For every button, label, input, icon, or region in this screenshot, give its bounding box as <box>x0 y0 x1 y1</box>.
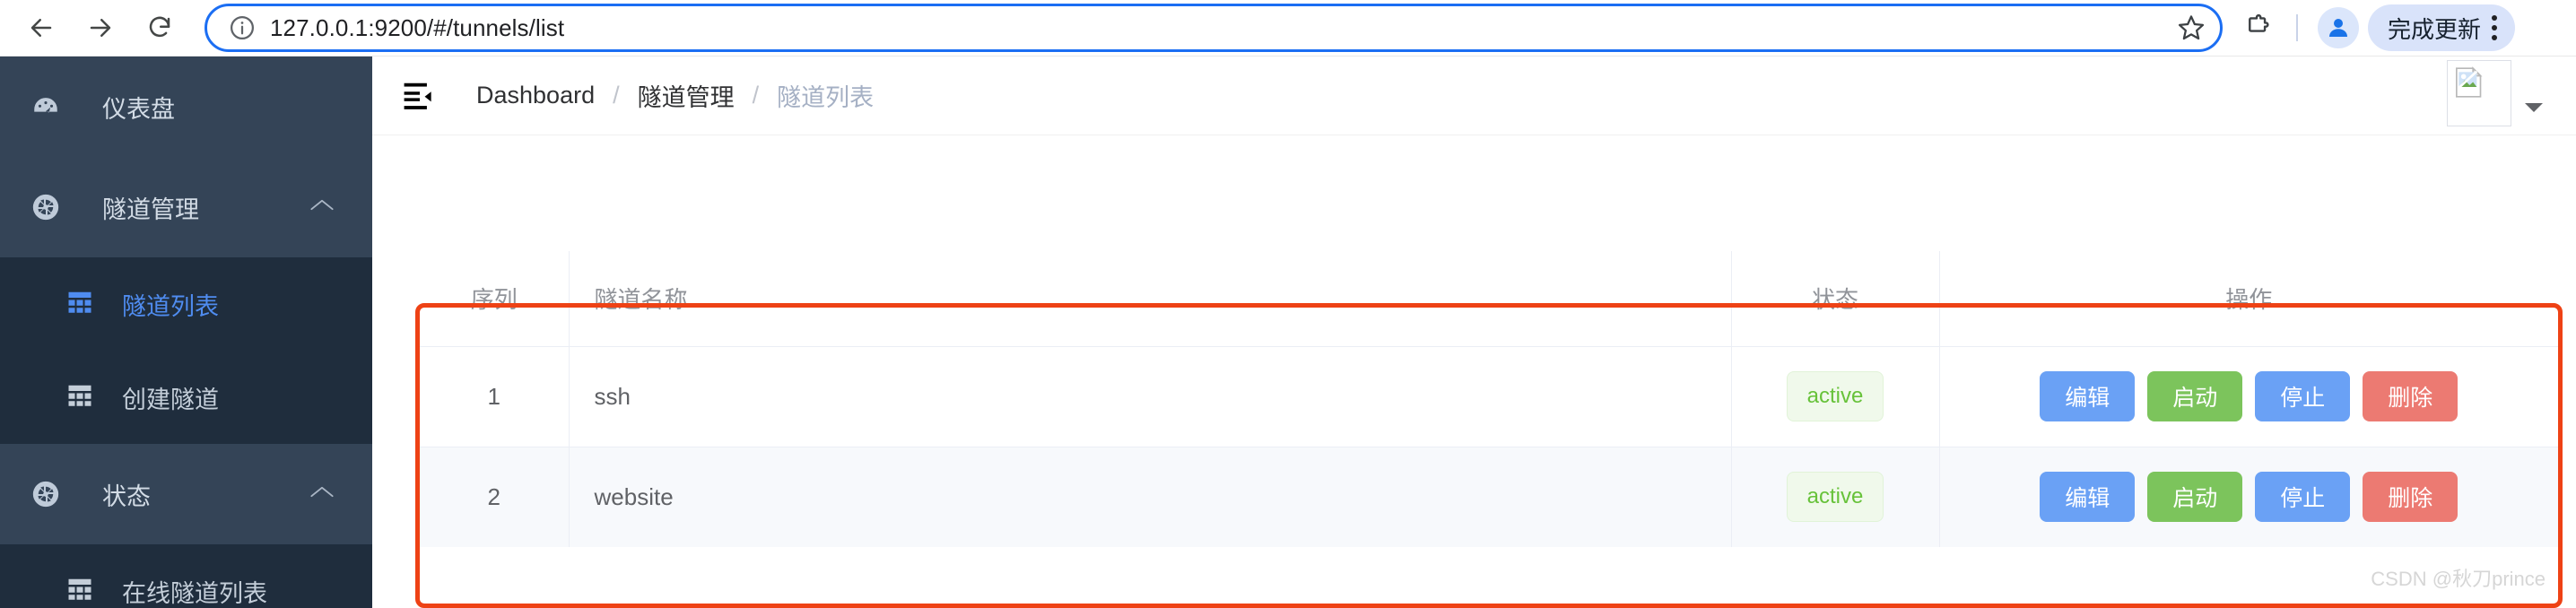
watermark: CSDN @秋刀prince <box>2371 568 2546 590</box>
caret-down-icon[interactable] <box>2524 101 2544 118</box>
grid-table-icon <box>66 289 97 319</box>
tunnels-table: 序列 隧道名称 状态 操作 1 ssh active 编辑 启动 停止 删除 2… <box>420 251 2558 547</box>
url-text[interactable]: 127.0.0.1:9200/#/tunnels/list <box>257 14 2171 42</box>
sidebar-item-label: 状态 <box>102 482 151 510</box>
stop-button[interactable]: 停止 <box>2255 371 2351 421</box>
dashboard-gauge-icon <box>30 91 77 122</box>
sidebar-item-label: 在线隧道列表 <box>122 579 267 607</box>
status-badge: active <box>1787 472 1884 523</box>
browser-nav-buttons <box>0 3 185 53</box>
breadcrumb: Dashboard / 隧道管理 / 隧道列表 <box>444 78 874 113</box>
action-button-group: 编辑 启动 停止 删除 <box>1940 472 2559 523</box>
breadcrumb-item-tunnel-management[interactable]: 隧道管理 <box>638 78 735 113</box>
star-icon[interactable] <box>2171 8 2211 48</box>
chevron-up-icon <box>309 197 335 218</box>
action-button-group: 编辑 启动 停止 删除 <box>1940 371 2559 421</box>
person-icon <box>2329 19 2347 37</box>
delete-button[interactable]: 删除 <box>2363 472 2459 523</box>
info-circle-icon[interactable] <box>227 13 257 43</box>
breadcrumb-item-dashboard[interactable]: Dashboard <box>476 82 595 109</box>
cell-index: 1 <box>420 346 570 447</box>
cell-actions: 编辑 启动 停止 删除 <box>1939 447 2558 547</box>
reload-button[interactable] <box>135 3 185 53</box>
finish-update-label: 完成更新 <box>2388 15 2482 43</box>
sidebar-submenu-status: 在线隧道列表 <box>0 544 372 608</box>
sidebar-group-status[interactable]: 状态 <box>0 444 372 544</box>
grid-table-icon <box>66 576 97 606</box>
cell-status: active <box>1731 346 1940 447</box>
breadcrumb-item-tunnel-list: 隧道列表 <box>777 84 875 111</box>
start-button[interactable]: 启动 <box>2147 371 2243 421</box>
sidebar-item-tunnel-list[interactable]: 隧道列表 <box>0 257 372 351</box>
table-body: 1 ssh active 编辑 启动 停止 删除 2 website activ… <box>420 346 2558 547</box>
table-row[interactable]: 1 ssh active 编辑 启动 停止 删除 <box>420 346 2558 447</box>
sidebar-item-label: 仪表盘 <box>102 95 175 123</box>
profile-avatar-button[interactable] <box>2318 7 2359 48</box>
cell-index: 2 <box>420 447 570 547</box>
sidebar-group-tunnel-management[interactable]: 隧道管理 <box>0 157 372 257</box>
sidebar-item-label: 隧道管理 <box>102 195 199 223</box>
sidebar: 仪表盘 隧道管理 隧道列表 创建隧道 状态 在线隧道列表 <box>0 56 372 608</box>
browser-toolbar: 127.0.0.1:9200/#/tunnels/list 完成更新 <box>0 0 2576 56</box>
breadcrumb-separator: / <box>613 82 620 109</box>
column-header-index: 序列 <box>420 251 570 347</box>
sidebar-item-label: 隧道列表 <box>122 292 219 320</box>
user-menu[interactable] <box>2447 60 2544 126</box>
breadcrumb-separator: / <box>752 82 760 109</box>
edit-button[interactable]: 编辑 <box>2040 371 2136 421</box>
three-dot-menu-icon[interactable] <box>2490 15 2502 40</box>
reload-icon <box>149 16 170 38</box>
stop-button[interactable]: 停止 <box>2255 472 2351 523</box>
broken-image-icon <box>2456 66 2483 98</box>
adjust-circle-icon <box>30 479 77 509</box>
cell-name: website <box>569 447 1732 547</box>
arrow-left-icon <box>30 19 52 37</box>
fold-menu-icon[interactable] <box>403 78 444 114</box>
cell-name: ssh <box>569 346 1732 447</box>
content-topbar: Dashboard / 隧道管理 / 隧道列表 <box>372 56 2576 135</box>
arrow-right-icon <box>90 19 111 37</box>
edit-button[interactable]: 编辑 <box>2040 472 2136 523</box>
status-badge: active <box>1787 371 1884 421</box>
start-button[interactable]: 启动 <box>2147 472 2243 523</box>
back-button[interactable] <box>16 3 66 53</box>
grid-table-icon <box>66 382 97 413</box>
sidebar-item-online-tunnel-list[interactable]: 在线隧道列表 <box>0 544 372 608</box>
forward-button[interactable] <box>75 3 126 53</box>
adjust-circle-icon <box>30 192 77 222</box>
table-header-row: 序列 隧道名称 状态 操作 <box>420 251 2558 347</box>
table-head: 序列 隧道名称 状态 操作 <box>420 251 2558 347</box>
avatar[interactable] <box>2447 60 2511 126</box>
app-shell: 仪表盘 隧道管理 隧道列表 创建隧道 状态 在线隧道列表 Dashboard /… <box>0 56 2576 608</box>
puzzle-piece-icon[interactable] <box>2235 4 2282 51</box>
browser-right-controls: 完成更新 <box>2223 4 2516 51</box>
sidebar-item-create-tunnel[interactable]: 创建隧道 <box>0 351 372 444</box>
delete-button[interactable]: 删除 <box>2363 371 2459 421</box>
cell-status: active <box>1731 447 1940 547</box>
cell-actions: 编辑 启动 停止 删除 <box>1939 346 2558 447</box>
table-row[interactable]: 2 website active 编辑 启动 停止 删除 <box>420 447 2558 547</box>
finish-update-button[interactable]: 完成更新 <box>2368 4 2516 51</box>
column-header-name: 隧道名称 <box>569 251 1732 347</box>
sidebar-item-label: 创建隧道 <box>122 386 219 413</box>
toolbar-divider <box>2296 14 2298 41</box>
address-bar[interactable]: 127.0.0.1:9200/#/tunnels/list <box>205 4 2223 52</box>
sidebar-submenu-tunnel-management: 隧道列表 创建隧道 <box>0 257 372 444</box>
sidebar-item-dashboard[interactable]: 仪表盘 <box>0 56 372 157</box>
chevron-up-icon <box>309 484 335 505</box>
column-header-status: 状态 <box>1731 251 1940 347</box>
column-header-actions: 操作 <box>1939 251 2558 347</box>
